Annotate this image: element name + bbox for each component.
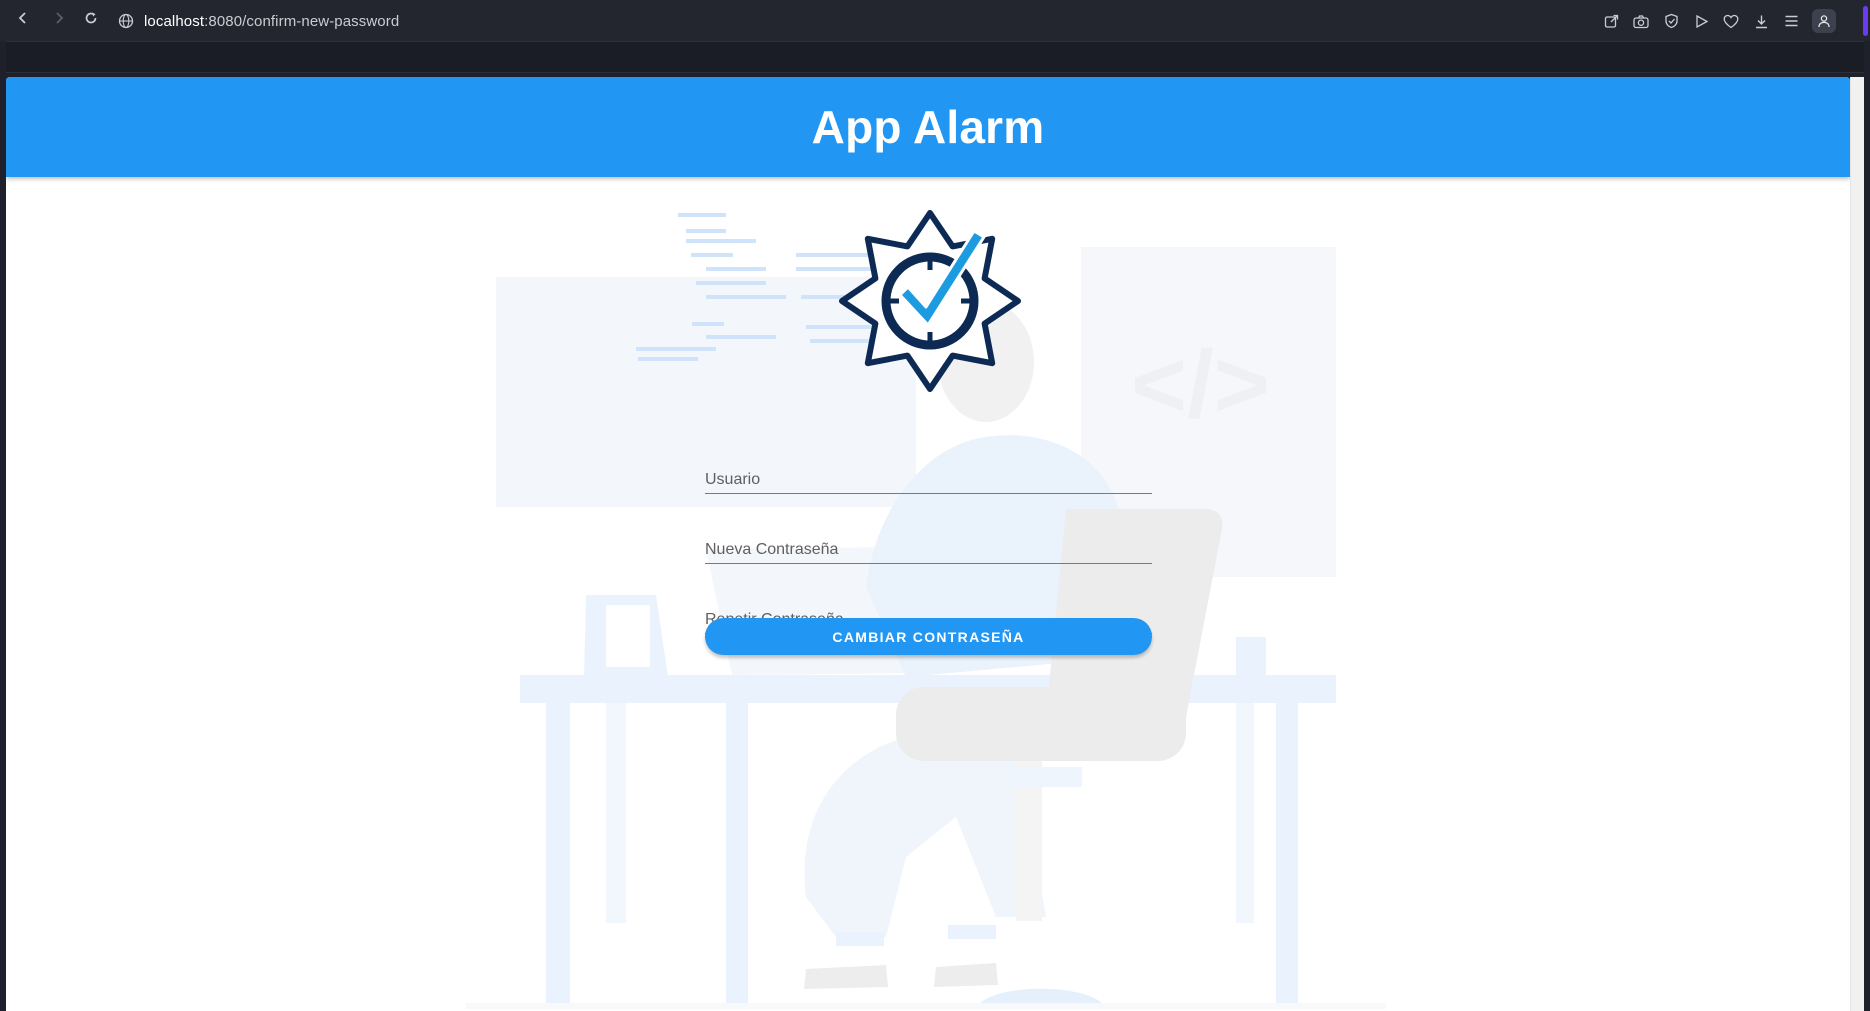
menu-icon[interactable] (1782, 12, 1800, 30)
window-edge-accent (1863, 6, 1868, 36)
app-header: App Alarm (6, 77, 1850, 177)
address-bar[interactable]: localhost:8080/confirm-new-password (118, 9, 399, 33)
nueva-contrasena-field[interactable] (705, 524, 1152, 564)
play-icon[interactable] (1692, 12, 1710, 30)
forward-icon[interactable] (48, 10, 70, 32)
camera-icon[interactable] (1632, 12, 1650, 30)
cambiar-contrasena-button[interactable]: CAMBIAR CONTRASEÑA (705, 618, 1152, 655)
usuario-field[interactable] (705, 454, 1152, 494)
reload-icon[interactable] (80, 10, 102, 32)
shield-icon[interactable] (1662, 12, 1680, 30)
heart-icon[interactable] (1722, 12, 1740, 30)
usuario-input[interactable] (705, 471, 1152, 489)
url-host: localhost (144, 12, 205, 30)
back-icon[interactable] (12, 10, 34, 32)
url-path: :8080/confirm-new-password (204, 12, 400, 30)
nueva-contrasena-input[interactable] (705, 541, 1152, 559)
share-icon[interactable] (1602, 12, 1620, 30)
bookmarks-bar (6, 41, 1864, 73)
profile-icon[interactable] (1812, 9, 1836, 33)
globe-icon (118, 13, 134, 29)
url-text: localhost:8080/confirm-new-password (144, 13, 399, 30)
download-icon[interactable] (1752, 12, 1770, 30)
app-title: App Alarm (811, 101, 1045, 153)
page-scrollbar[interactable] (1850, 77, 1864, 1011)
alarm-check-badge-icon (839, 210, 1021, 392)
svg-text:</>: </> (1131, 331, 1270, 438)
browser-toolbar: localhost:8080/confirm-new-password (0, 0, 1870, 41)
page-viewport: App Alarm </> Usuario CAMBIAR CONTRASEÑA (6, 77, 1850, 1011)
